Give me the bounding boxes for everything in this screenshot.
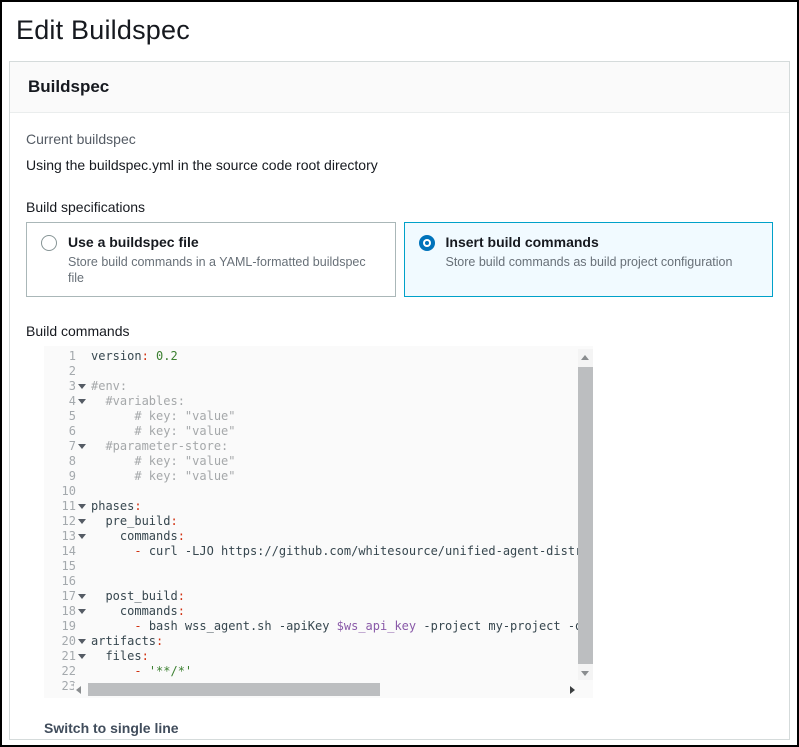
scroll-left-icon[interactable] xyxy=(76,686,81,694)
option-description: Store build commands in a YAML-formatted… xyxy=(68,254,381,286)
fold-arrow-icon[interactable] xyxy=(78,519,86,524)
horizontal-scrollbar[interactable] xyxy=(74,683,577,697)
code-line[interactable]: commands: xyxy=(91,604,593,619)
fold-arrow-icon[interactable] xyxy=(78,384,86,389)
build-specifications-label: Build specifications xyxy=(26,199,773,215)
code-line[interactable]: - '**/*' xyxy=(91,664,593,679)
option-description: Store build commands as build project co… xyxy=(446,254,733,270)
horizontal-scrollbar-thumb[interactable] xyxy=(88,683,380,696)
code-line[interactable]: #parameter-store: xyxy=(91,439,593,454)
panel-body: Current buildspec Using the buildspec.ym… xyxy=(10,113,789,738)
line-number: 15 xyxy=(44,559,88,574)
line-number[interactable]: 3 xyxy=(44,379,88,394)
line-number: 10 xyxy=(44,484,88,499)
line-number: 22 xyxy=(44,664,88,679)
buildspec-panel: Buildspec Current buildspec Using the bu… xyxy=(9,61,790,740)
editor-line-numbers: 1234567891011121314151617181920212223 xyxy=(44,349,88,694)
switch-to-single-line-link[interactable]: Switch to single line xyxy=(44,720,179,736)
panel-header: Buildspec xyxy=(10,62,789,113)
line-number[interactable]: 7 xyxy=(44,439,88,454)
line-number[interactable]: 20 xyxy=(44,634,88,649)
fold-arrow-icon[interactable] xyxy=(78,639,86,644)
fold-arrow-icon[interactable] xyxy=(78,399,86,404)
code-line[interactable]: # key: "value" xyxy=(91,454,593,469)
page-title: Edit Buildspec xyxy=(2,2,797,59)
code-line[interactable]: # key: "value" xyxy=(91,409,593,424)
line-number: 5 xyxy=(44,409,88,424)
current-buildspec-value: Using the buildspec.yml in the source co… xyxy=(26,157,773,173)
code-line[interactable]: post_build: xyxy=(91,589,593,604)
line-number[interactable]: 21 xyxy=(44,649,88,664)
scroll-down-icon[interactable] xyxy=(581,671,589,676)
radio-unselected-icon[interactable] xyxy=(41,235,57,251)
code-line[interactable] xyxy=(91,364,593,379)
code-line[interactable] xyxy=(91,559,593,574)
build-commands-label: Build commands xyxy=(26,323,773,339)
radio-selected-icon[interactable] xyxy=(419,235,435,251)
code-line[interactable]: phases: xyxy=(91,499,593,514)
option-use-buildspec-file[interactable]: Use a buildspec file Store build command… xyxy=(26,222,396,297)
option-title: Insert build commands xyxy=(446,233,733,251)
vertical-scrollbar[interactable] xyxy=(578,349,593,680)
line-number[interactable]: 13 xyxy=(44,529,88,544)
line-number: 2 xyxy=(44,364,88,379)
build-commands-editor[interactable]: 1234567891011121314151617181920212223 ve… xyxy=(44,346,593,698)
fold-arrow-icon[interactable] xyxy=(78,609,86,614)
vertical-scrollbar-thumb[interactable] xyxy=(578,367,593,664)
code-line[interactable]: artifacts: xyxy=(91,634,593,649)
code-line[interactable]: # key: "value" xyxy=(91,469,593,484)
line-number[interactable]: 18 xyxy=(44,604,88,619)
option-title: Use a buildspec file xyxy=(68,233,381,251)
code-line[interactable] xyxy=(91,574,593,589)
line-number: 1 xyxy=(44,349,88,364)
code-line[interactable]: version: 0.2 xyxy=(91,349,593,364)
code-line[interactable]: commands: xyxy=(91,529,593,544)
code-line[interactable]: - bash wss_agent.sh -apiKey $ws_api_key … xyxy=(91,619,593,634)
fold-arrow-icon[interactable] xyxy=(78,594,86,599)
line-number[interactable]: 4 xyxy=(44,394,88,409)
line-number: 6 xyxy=(44,424,88,439)
edit-buildspec-page: Edit Buildspec Buildspec Current buildsp… xyxy=(0,0,799,747)
current-buildspec-label: Current buildspec xyxy=(26,131,773,147)
code-line[interactable]: # key: "value" xyxy=(91,424,593,439)
scroll-right-icon[interactable] xyxy=(570,686,575,694)
code-line[interactable]: files: xyxy=(91,649,593,664)
line-number[interactable]: 12 xyxy=(44,514,88,529)
line-number: 14 xyxy=(44,544,88,559)
code-line[interactable]: pre_build: xyxy=(91,514,593,529)
fold-arrow-icon[interactable] xyxy=(78,654,86,659)
option-insert-build-commands[interactable]: Insert build commands Store build comman… xyxy=(404,222,774,297)
line-number[interactable]: 11 xyxy=(44,499,88,514)
editor-code[interactable]: version: 0.2 #env: #variables: # key: "va… xyxy=(88,349,593,694)
code-line[interactable]: #variables: xyxy=(91,394,593,409)
fold-arrow-icon[interactable] xyxy=(78,534,86,539)
line-number[interactable]: 17 xyxy=(44,589,88,604)
line-number: 16 xyxy=(44,574,88,589)
line-number: 19 xyxy=(44,619,88,634)
scroll-up-icon[interactable] xyxy=(581,355,589,360)
fold-arrow-icon[interactable] xyxy=(78,444,86,449)
code-line[interactable]: - curl -LJO https://github.com/whitesour… xyxy=(91,544,593,559)
fold-arrow-icon[interactable] xyxy=(78,504,86,509)
code-line[interactable]: #env: xyxy=(91,379,593,394)
code-line[interactable] xyxy=(91,484,593,499)
line-number: 9 xyxy=(44,469,88,484)
build-specifications-options: Use a buildspec file Store build command… xyxy=(26,222,773,297)
line-number: 8 xyxy=(44,454,88,469)
